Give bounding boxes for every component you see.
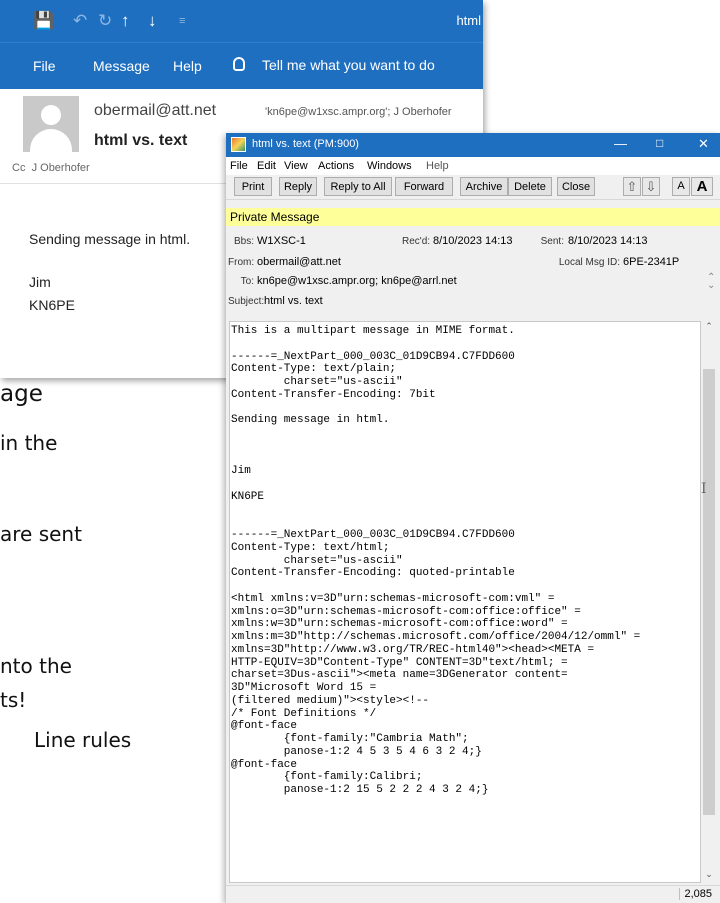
menu-view[interactable]: View (284, 160, 308, 172)
toolbar: Print Reply Reply to All Forward Archive… (226, 175, 720, 200)
mail-client-window: html vs. text (PM:900) — □ ✕ File Edit V… (226, 133, 720, 903)
scroll-up-icon[interactable]: ⌃ (701, 321, 717, 335)
menu-help[interactable]: Help (426, 160, 449, 172)
sent-label: Sent: (540, 236, 564, 247)
previous-message-icon[interactable]: ⇧ (623, 177, 641, 196)
menu-bar: File Edit View Actions Windows Help (226, 157, 720, 175)
msgid-label: Local Msg ID: (558, 257, 620, 268)
private-message-banner: Private Message (226, 208, 720, 226)
menu-file[interactable]: File (230, 160, 248, 172)
outlook-title: html (456, 13, 481, 28)
slide-line-2: in the (0, 431, 58, 455)
message-subject: html vs. text (94, 132, 188, 149)
slide-line-6: Line rules (34, 728, 132, 752)
avatar (23, 96, 79, 152)
header-scroll-down-icon[interactable]: ⌄ (707, 280, 715, 291)
client-titlebar: html vs. text (PM:900) — □ ✕ (226, 133, 720, 157)
font-larger-button[interactable]: A (691, 177, 713, 196)
subject-value: html vs. text (264, 295, 323, 307)
cc-label: Cc (12, 162, 26, 174)
slide-line-4: nto the (0, 654, 72, 678)
tell-me-search[interactable]: Tell me what you want to do (262, 57, 435, 73)
slide-line-3: are sent (0, 522, 82, 546)
save-icon[interactable]: 💾 (33, 11, 54, 31)
status-bar: 2,085 (226, 885, 720, 903)
print-button[interactable]: Print (234, 177, 272, 196)
body-scrollbar[interactable]: ⌃ ⌄ (701, 321, 717, 883)
minimize-icon[interactable]: — (614, 136, 627, 151)
reply-button[interactable]: Reply (279, 177, 317, 196)
menu-message[interactable]: Message (93, 58, 150, 74)
app-icon (231, 137, 246, 152)
body-line-2: Jim (29, 274, 51, 290)
to-label: To: (240, 276, 254, 287)
reply-all-button[interactable]: Reply to All (324, 177, 392, 196)
message-body[interactable]: This is a multipart message in MIME form… (229, 321, 701, 883)
menu-actions[interactable]: Actions (318, 160, 354, 172)
scroll-down-icon[interactable]: ⌄ (701, 869, 717, 883)
to-value: kn6pe@w1xsc.ampr.org; kn6pe@arrl.net (257, 275, 457, 287)
close-icon[interactable]: ✕ (698, 136, 709, 152)
scroll-thumb[interactable] (703, 369, 715, 815)
maximize-icon[interactable]: □ (656, 136, 663, 150)
slide-line-1: age (0, 381, 43, 407)
from-value: obermail@att.net (257, 256, 341, 268)
sent-value: 8/10/2023 14:13 (568, 235, 648, 247)
status-count: 2,085 (679, 888, 712, 900)
up-arrow-icon[interactable]: ↑ (121, 11, 130, 31)
recd-label: Rec'd: (402, 236, 431, 247)
menu-edit[interactable]: Edit (257, 160, 276, 172)
close-button[interactable]: Close (557, 177, 595, 196)
subject-label: Subject: (228, 296, 265, 307)
customize-icon[interactable]: ≡ (179, 15, 185, 27)
text-cursor-icon: Ⅰ (701, 481, 707, 497)
recd-value: 8/10/2023 14:13 (433, 235, 513, 247)
body-line-3: KN6PE (29, 297, 75, 313)
cc-line: Cc J Oberhofer (12, 162, 90, 174)
down-arrow-icon[interactable]: ↓ (148, 11, 157, 31)
slide-line-5: ts! (0, 688, 27, 712)
sender-address: obermail@att.net (94, 102, 217, 119)
redo-icon[interactable]: ↻ (98, 11, 112, 31)
window-title: html vs. text (PM:900) (252, 138, 359, 150)
outlook-titlebar: 💾 ↶ ↻ ↑ ↓ ≡ html (0, 0, 483, 42)
undo-icon[interactable]: ↶ (73, 11, 87, 31)
body-line-1: Sending message in html. (29, 231, 191, 247)
archive-button[interactable]: Archive (460, 177, 508, 196)
msgid-value: 6PE-2341P (623, 256, 680, 268)
recipient-list: 'kn6pe@w1xsc.ampr.org'; J Oberhofer (265, 106, 452, 118)
lightbulb-icon[interactable] (233, 57, 245, 71)
from-label: From: (228, 257, 255, 268)
message-source-text: This is a multipart message in MIME form… (231, 325, 641, 796)
font-smaller-button[interactable]: A (672, 177, 690, 196)
bbs-label: Bbs: (233, 236, 254, 247)
menu-file[interactable]: File (33, 58, 56, 74)
next-message-icon[interactable]: ⇩ (642, 177, 660, 196)
menu-windows[interactable]: Windows (367, 160, 412, 172)
bbs-value: W1XSC-1 (257, 235, 306, 247)
delete-button[interactable]: Delete (508, 177, 552, 196)
cc-value: J Oberhofer (31, 162, 90, 174)
menu-help[interactable]: Help (173, 58, 202, 74)
forward-button[interactable]: Forward (395, 177, 453, 196)
